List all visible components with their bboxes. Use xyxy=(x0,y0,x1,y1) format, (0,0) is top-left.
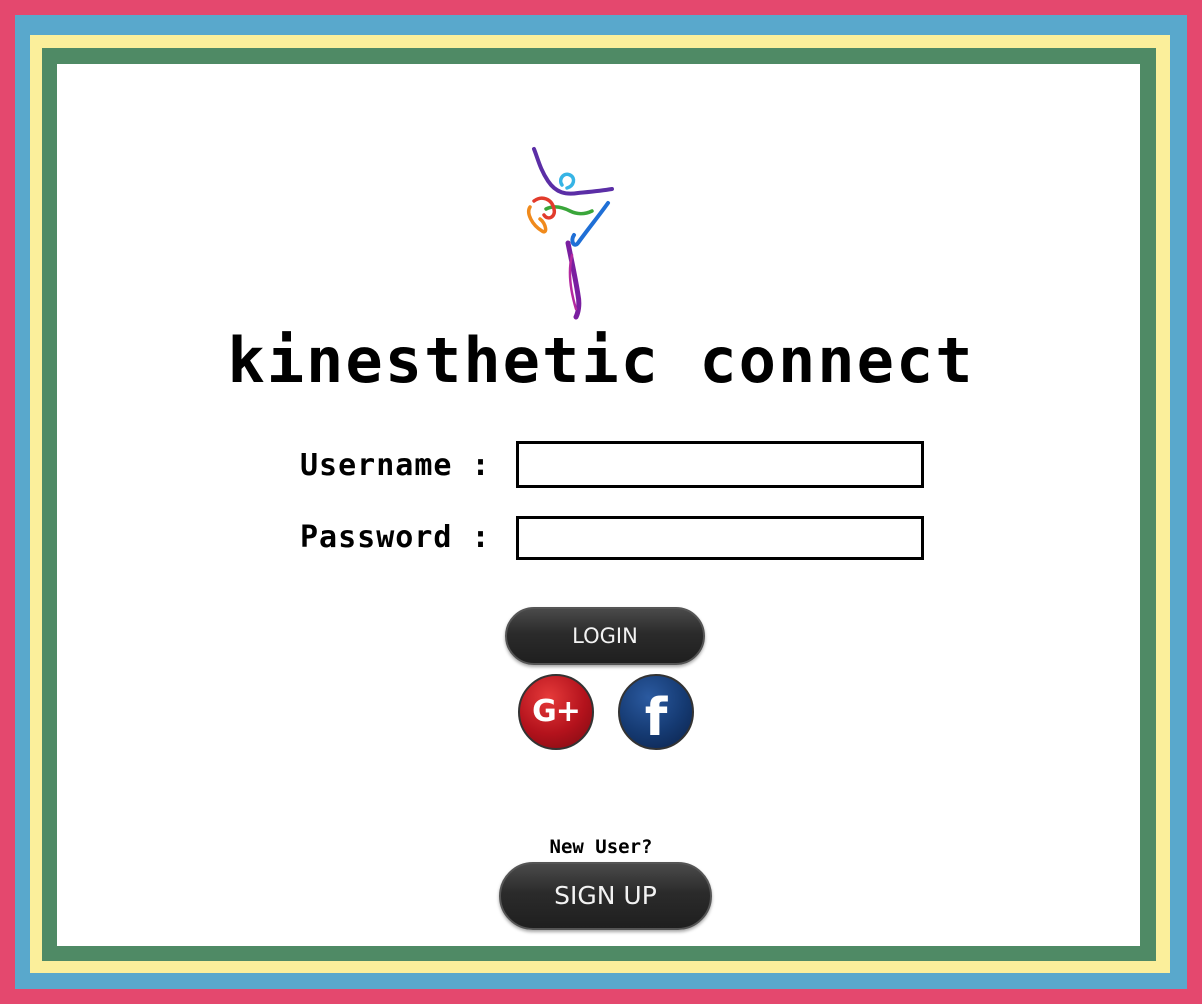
google-plus-icon: G+ xyxy=(532,694,581,729)
login-button[interactable]: LOGIN xyxy=(505,607,705,665)
signup-button[interactable]: SIGN UP xyxy=(499,862,712,930)
facebook-button[interactable]: f xyxy=(618,674,694,750)
app-title: kinesthetic connect xyxy=(227,324,975,397)
password-input[interactable] xyxy=(516,516,924,560)
password-label: Password : xyxy=(300,520,491,555)
username-label: Username : xyxy=(300,448,491,483)
dancer-logo-icon xyxy=(527,147,614,320)
google-plus-button[interactable]: G+ xyxy=(518,674,594,750)
facebook-icon: f xyxy=(644,688,668,748)
new-user-prompt: New User? xyxy=(549,836,653,858)
username-input[interactable] xyxy=(516,441,924,488)
